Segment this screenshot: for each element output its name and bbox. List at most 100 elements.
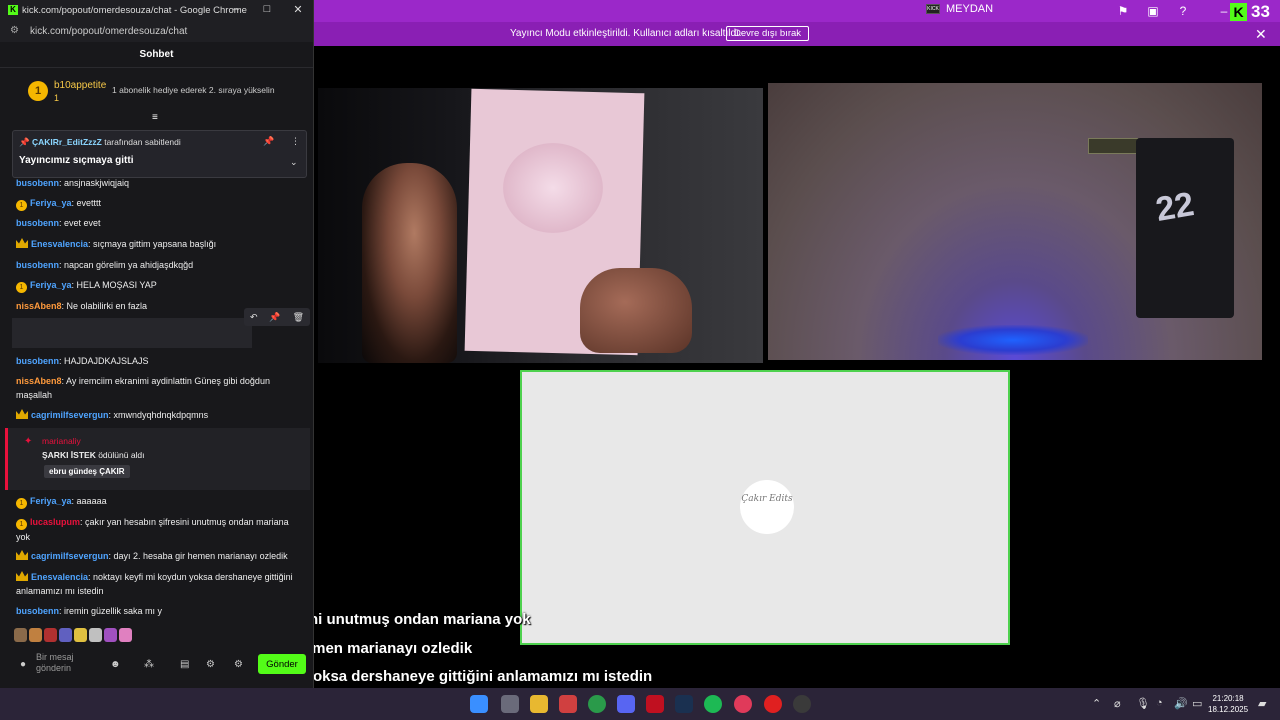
blue-light bbox=[938, 325, 1088, 355]
gift-sub-prompt[interactable]: 1 abonelik hediye ederek 2. sıraya yükse… bbox=[112, 85, 275, 95]
close-icon[interactable]: ✕ bbox=[1255, 26, 1267, 43]
chat-text: : HAJDAJDKAJSLAJS bbox=[59, 356, 149, 366]
app-icon[interactable] bbox=[734, 695, 752, 713]
more-icon[interactable]: ⋮ bbox=[291, 136, 300, 147]
chat-username[interactable]: cagrimilfsevergun bbox=[31, 551, 109, 561]
emote[interactable] bbox=[59, 628, 72, 642]
hand bbox=[580, 268, 692, 353]
emote[interactable] bbox=[74, 628, 87, 642]
volume-icon[interactable]: 🔊 bbox=[1174, 697, 1188, 710]
site-info-icon[interactable]: ⚙ bbox=[10, 25, 19, 36]
steam-icon[interactable] bbox=[675, 695, 693, 713]
start-icon[interactable] bbox=[470, 695, 488, 713]
chat-message[interactable]: Enesvalencia: noktayı keyfi mi koydun yo… bbox=[16, 570, 298, 598]
chat-username[interactable]: Feriya_ya bbox=[30, 198, 72, 208]
chat-message[interactable]: busobenn: ansjnaskjwiqjaiq bbox=[16, 176, 298, 190]
chat-message[interactable]: nissAben8: Ay iremciim ekranimi aydinlat… bbox=[16, 374, 298, 402]
yandex-icon[interactable] bbox=[764, 695, 782, 713]
emote[interactable] bbox=[89, 628, 102, 642]
flag-icon[interactable]: ⚑ bbox=[1116, 4, 1130, 18]
popup-window-title: kick.com/popout/omerdesouza/chat - Googl… bbox=[22, 5, 247, 16]
minimize-icon[interactable]: – bbox=[230, 3, 242, 15]
settings-icon[interactable]: ⚙ bbox=[206, 659, 215, 670]
chat-username[interactable]: Feriya_ya bbox=[30, 280, 72, 290]
chevron-up-icon[interactable]: ⌃ bbox=[1092, 697, 1101, 710]
chat-username[interactable]: Enesvalencia bbox=[31, 239, 88, 249]
pin-icon[interactable]: 📌 bbox=[269, 312, 280, 323]
chat-username[interactable]: cagrimilfsevergun bbox=[31, 410, 109, 420]
delete-icon[interactable]: 🗑 bbox=[293, 312, 304, 323]
battery-icon[interactable]: ▭ bbox=[1192, 697, 1202, 710]
discord-icon[interactable] bbox=[617, 695, 635, 713]
reward-title: ŞARKI İSTEK bbox=[42, 450, 96, 460]
crown-badge-icon bbox=[16, 238, 28, 248]
chat-username[interactable]: nissAben8 bbox=[16, 301, 62, 311]
chat-message[interactable]: busobenn: iremin güzellik saka mı y bbox=[16, 604, 298, 618]
pinned-text: Yayıncımız sıçmaya gitti bbox=[19, 155, 134, 166]
chat-message[interactable]: Enesvalencia: sıçmaya gittim yapsana baş… bbox=[16, 237, 298, 251]
crown-badge-icon bbox=[16, 409, 28, 419]
chat-message[interactable]: cagrimilfsevergun: dayı 2. hesaba gir he… bbox=[16, 549, 298, 563]
wifi-icon[interactable]: ◔ bbox=[1156, 697, 1163, 709]
emote[interactable] bbox=[119, 628, 132, 642]
chat-username[interactable]: busobenn bbox=[16, 356, 59, 366]
netflix-icon[interactable] bbox=[646, 695, 664, 713]
chat-username[interactable]: busobenn bbox=[16, 178, 59, 188]
chat-username[interactable]: busobenn bbox=[16, 218, 59, 228]
folder-icon[interactable] bbox=[530, 695, 548, 713]
chat-username[interactable]: busobenn bbox=[16, 606, 59, 616]
gift-icon[interactable]: ▤ bbox=[180, 659, 189, 670]
chat-message[interactable]: 1 Feriya_ya: evetttt bbox=[16, 196, 298, 211]
url-text[interactable]: kick.com/popout/omerdesouza/chat bbox=[30, 26, 187, 37]
chat-message[interactable]: busobenn: evet evet bbox=[16, 216, 298, 230]
sub-badge-icon: 1 bbox=[28, 81, 48, 101]
obs-icon[interactable] bbox=[793, 695, 811, 713]
task-view-icon[interactable] bbox=[501, 695, 519, 713]
notification-icon[interactable]: ▰ bbox=[1258, 697, 1266, 710]
chrome-icon[interactable] bbox=[588, 695, 606, 713]
cog-icon[interactable]: ⚙ bbox=[234, 659, 243, 670]
app-icon[interactable] bbox=[559, 695, 577, 713]
leader-name[interactable]: b10appetite bbox=[54, 80, 106, 91]
help-icon[interactable]: ? bbox=[1176, 4, 1190, 18]
chat-username[interactable]: lucaslupum bbox=[30, 517, 80, 527]
chat-message[interactable]: busobenn: napcan görelim ya ahidjaşdkqğd bbox=[16, 258, 298, 272]
clock[interactable]: 21:20:18 18.12.2025 bbox=[1208, 693, 1248, 715]
chat-username[interactable]: Feriya_ya bbox=[30, 496, 72, 506]
chat-message[interactable]: cagrimilfsevergun: xmwndyqhdnqkdpqmns bbox=[16, 408, 298, 422]
chat-username[interactable]: busobenn bbox=[16, 260, 59, 270]
chat-username[interactable]: Enesvalencia bbox=[31, 572, 88, 582]
chat-message[interactable]: 1 lucaslupum: çakır yan hesabın şifresini… bbox=[16, 515, 298, 544]
minimize-icon[interactable]: – bbox=[1217, 4, 1231, 18]
window-icon[interactable]: ▣ bbox=[1146, 4, 1160, 18]
chat-username[interactable]: nissAben8 bbox=[16, 376, 62, 386]
address-bar[interactable]: ⚙ kick.com/popout/omerdesouza/chat bbox=[0, 20, 313, 42]
collapse-icon[interactable]: ≡ bbox=[152, 112, 158, 123]
pin-icon[interactable]: 📌 bbox=[263, 136, 274, 147]
kick-favicon-icon: K bbox=[8, 5, 18, 15]
disable-streamer-mode-button[interactable]: Devre dışı bırak bbox=[726, 26, 810, 41]
close-icon[interactable]: ✕ bbox=[292, 3, 304, 16]
emoji-icon[interactable]: ☻ bbox=[110, 659, 121, 670]
mic-icon[interactable]: ● bbox=[20, 659, 26, 670]
emote[interactable] bbox=[104, 628, 117, 642]
reward-user[interactable]: marianaliy bbox=[42, 436, 81, 446]
emote[interactable] bbox=[14, 628, 27, 642]
reply-icon[interactable]: ↶ bbox=[250, 312, 258, 323]
chat-message[interactable]: 1 Feriya_ya: aaaaaa bbox=[16, 494, 298, 509]
emote[interactable] bbox=[29, 628, 42, 642]
network-icon[interactable]: ⌀ bbox=[1114, 697, 1121, 710]
chat-message[interactable]: busobenn: HAJDAJDKAJSLAJS bbox=[16, 354, 298, 368]
chat-input[interactable]: Bir mesaj gönderin bbox=[36, 652, 106, 674]
chevron-down-icon[interactable]: ⌄ bbox=[290, 157, 298, 168]
spotify-icon[interactable] bbox=[704, 695, 722, 713]
maximize-icon[interactable]: □ bbox=[261, 3, 273, 15]
chat-message[interactable]: 1 Feriya_ya: HELA MOŞASI YAP bbox=[16, 278, 298, 293]
mic-icon[interactable]: 🎙 bbox=[1136, 697, 1150, 710]
send-button[interactable]: Gönder bbox=[258, 654, 306, 674]
pinned-user[interactable]: ÇAKIRr_EditZzzZ bbox=[32, 137, 102, 147]
kick-emote-icon[interactable]: ⁂ bbox=[144, 659, 154, 670]
pinned-by: 📌 ÇAKIRr_EditZzzZ tarafından sabitlendi bbox=[19, 137, 181, 147]
emote[interactable] bbox=[44, 628, 57, 642]
pinned-message[interactable]: 📌 ÇAKIRr_EditZzzZ tarafından sabitlendi … bbox=[12, 130, 307, 178]
